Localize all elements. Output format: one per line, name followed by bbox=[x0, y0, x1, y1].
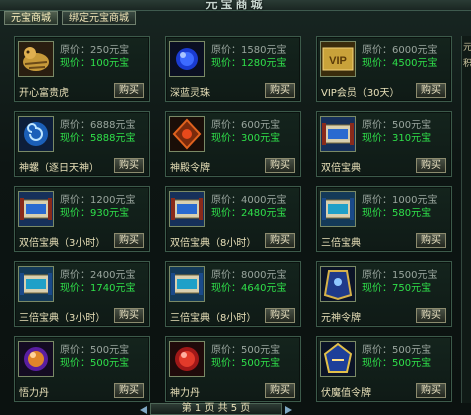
item-card: VIP 原价：6000元宝 现价：4500元宝 VIP会员（30天） 购买 bbox=[316, 36, 452, 102]
prev-page-button[interactable] bbox=[140, 406, 147, 414]
current-price: 现价：2480元宝 bbox=[211, 208, 287, 219]
item-card: 原价：4000元宝 现价：2480元宝 双倍宝典（8小时） 购买 bbox=[165, 186, 301, 252]
buy-button[interactable]: 购买 bbox=[114, 308, 144, 323]
current-price: 现价：310元宝 bbox=[362, 133, 432, 144]
side-panel: 元 积 bbox=[461, 36, 471, 403]
current-price: 现价：1740元宝 bbox=[60, 283, 136, 294]
item-card: 原价：2400元宝 现价：1740元宝 三倍宝典（3小时） 购买 bbox=[14, 261, 150, 327]
buy-button[interactable]: 购买 bbox=[114, 383, 144, 398]
item-grid: 原价：250元宝 现价：100元宝 开心富贵虎 购买 原价：1580元宝 现价：1280元… bbox=[14, 36, 456, 404]
triple-scroll-icon[interactable] bbox=[169, 266, 205, 302]
buy-button[interactable]: 购买 bbox=[265, 233, 295, 248]
page-indicator: 第 1 页 共 5 页 bbox=[181, 403, 251, 414]
buy-button[interactable]: 购买 bbox=[114, 233, 144, 248]
red-token-icon[interactable] bbox=[169, 116, 205, 152]
item-name: VIP会员（30天） bbox=[321, 88, 400, 99]
double-scroll-icon[interactable] bbox=[169, 191, 205, 227]
current-price: 现价：4640元宝 bbox=[211, 283, 287, 294]
spirit-token-icon[interactable] bbox=[320, 266, 356, 302]
buy-button[interactable]: 购买 bbox=[265, 383, 295, 398]
item-name: 悟力丹 bbox=[19, 388, 49, 399]
demon-token-icon[interactable] bbox=[320, 341, 356, 377]
item-card: 原价：8000元宝 现价：4640元宝 三倍宝典（8小时） 购买 bbox=[165, 261, 301, 327]
side-char-2: 积 bbox=[463, 59, 471, 69]
item-name: 开心富贵虎 bbox=[19, 88, 69, 99]
buy-button[interactable]: 购买 bbox=[265, 158, 295, 173]
buy-button[interactable]: 购买 bbox=[265, 83, 295, 98]
item-name: 元神令牌 bbox=[321, 313, 361, 324]
item-name: 双倍宝典 bbox=[321, 163, 361, 174]
item-name: 双倍宝典（3小时） bbox=[19, 238, 106, 249]
red-pill-icon[interactable] bbox=[169, 341, 205, 377]
item-name: 三倍宝典（3小时） bbox=[19, 313, 106, 324]
svg-text:VIP: VIP bbox=[329, 55, 347, 67]
buy-button[interactable]: 购买 bbox=[114, 83, 144, 98]
item-card: 原价：250元宝 现价：100元宝 开心富贵虎 购买 bbox=[14, 36, 150, 102]
item-card: 原价：1200元宝 现价：930元宝 双倍宝典（3小时） 购买 bbox=[14, 186, 150, 252]
golden-tiger-icon[interactable] bbox=[18, 41, 54, 77]
item-card: 原价：500元宝 现价：500元宝 伏魔值令牌 购买 bbox=[316, 336, 452, 402]
current-price: 现价：500元宝 bbox=[362, 358, 432, 369]
tab-yuanbao-shop[interactable]: 元宝商城 bbox=[4, 11, 58, 25]
current-price: 现价：300元宝 bbox=[211, 133, 281, 144]
triple-scroll-icon[interactable] bbox=[18, 266, 54, 302]
buy-button[interactable]: 购买 bbox=[416, 158, 446, 173]
item-name: 深蓝灵珠 bbox=[170, 88, 210, 99]
buy-button[interactable]: 购买 bbox=[416, 233, 446, 248]
item-card: 原价：500元宝 现价：310元宝 双倍宝典 购买 bbox=[316, 111, 452, 177]
item-name: 神力丹 bbox=[170, 388, 200, 399]
blue-orb-icon[interactable] bbox=[169, 41, 205, 77]
side-char-1: 元 bbox=[463, 43, 471, 53]
item-card: 原价：1500元宝 现价：750元宝 元神令牌 购买 bbox=[316, 261, 452, 327]
vip-card-icon[interactable]: VIP bbox=[320, 41, 356, 77]
current-price: 现价：5888元宝 bbox=[60, 133, 136, 144]
buy-button[interactable]: 购买 bbox=[114, 158, 144, 173]
double-scroll-icon[interactable] bbox=[18, 191, 54, 227]
shop-window: 元宝商城 元宝商城 绑定元宝商城 原价：250元宝 现价：100元宝 开心富贵虎 购买… bbox=[0, 0, 471, 415]
current-price: 现价：750元宝 bbox=[362, 283, 432, 294]
double-scroll-icon[interactable] bbox=[320, 116, 356, 152]
purple-pill-icon[interactable] bbox=[18, 341, 54, 377]
item-name: 三倍宝典 bbox=[321, 238, 361, 249]
title-bar: 元宝商城 bbox=[0, 0, 471, 11]
buy-button[interactable]: 购买 bbox=[265, 308, 295, 323]
item-name: 三倍宝典（8小时） bbox=[170, 313, 257, 324]
current-price: 现价：4500元宝 bbox=[362, 58, 438, 69]
buy-button[interactable]: 购买 bbox=[416, 83, 446, 98]
buy-button[interactable]: 购买 bbox=[416, 383, 446, 398]
item-name: 伏魔值令牌 bbox=[321, 388, 371, 399]
item-card: 原价：1000元宝 现价：580元宝 三倍宝典 购买 bbox=[316, 186, 452, 252]
tab-bar: 元宝商城 绑定元宝商城 bbox=[4, 11, 136, 25]
item-card: 原价：6888元宝 现价：5888元宝 神螺（逐日天神） 购买 bbox=[14, 111, 150, 177]
current-price: 现价：580元宝 bbox=[362, 208, 432, 219]
current-price: 现价：500元宝 bbox=[211, 358, 281, 369]
item-card: 原价：1580元宝 现价：1280元宝 深蓝灵珠 购买 bbox=[165, 36, 301, 102]
spiral-shell-icon[interactable] bbox=[18, 116, 54, 152]
buy-button[interactable]: 购买 bbox=[416, 308, 446, 323]
current-price: 现价：930元宝 bbox=[60, 208, 130, 219]
current-price: 现价：100元宝 bbox=[60, 58, 130, 69]
item-name: 神殿令牌 bbox=[170, 163, 210, 174]
next-page-button[interactable] bbox=[285, 406, 292, 414]
item-card: 原价：500元宝 现价：500元宝 神力丹 购买 bbox=[165, 336, 301, 402]
item-name: 双倍宝典（8小时） bbox=[170, 238, 257, 249]
tab-bound-yuanbao-shop[interactable]: 绑定元宝商城 bbox=[62, 11, 136, 25]
pager: 第 1 页 共 5 页 bbox=[140, 403, 292, 415]
item-name: 神螺（逐日天神） bbox=[19, 163, 99, 174]
triple-scroll-icon[interactable] bbox=[320, 191, 356, 227]
item-card: 原价：600元宝 现价：300元宝 神殿令牌 购买 bbox=[165, 111, 301, 177]
item-card: 原价：500元宝 现价：500元宝 悟力丹 购买 bbox=[14, 336, 150, 402]
current-price: 现价：500元宝 bbox=[60, 358, 130, 369]
current-price: 现价：1280元宝 bbox=[211, 58, 287, 69]
